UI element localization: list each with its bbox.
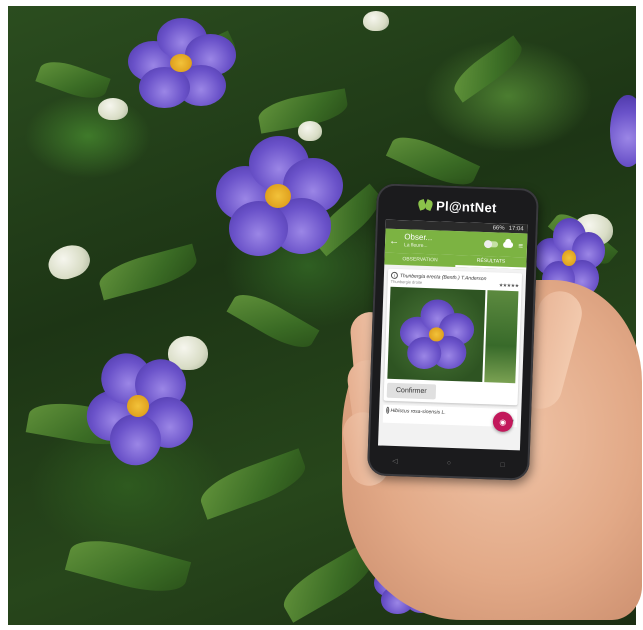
android-nav-bar: ◁ ○ □ xyxy=(367,453,529,473)
smartphone: Pl@ntNet 66% 17:04 ← Obser... La fleure.… xyxy=(366,183,540,481)
nav-home-icon[interactable]: ○ xyxy=(447,459,451,466)
back-arrow-icon[interactable]: ← xyxy=(389,235,399,246)
plantnet-logo: Pl@ntNet xyxy=(376,193,539,219)
purple-flower xyxy=(126,18,236,108)
observation-subtitle: La fleure... xyxy=(403,242,428,250)
info-icon[interactable]: i xyxy=(386,406,390,414)
app-bar-titles: Obser... La fleure... xyxy=(403,232,480,252)
flower-bud xyxy=(43,239,95,285)
tab-results[interactable]: RÉSULTATS xyxy=(455,255,527,270)
result-images xyxy=(387,286,519,384)
result-card[interactable]: i Thunbergia erecta (Benth.) T.Anderson … xyxy=(383,268,523,406)
camera-icon: ◉ xyxy=(499,417,507,427)
purple-flower xyxy=(606,86,636,176)
cloud-upload-icon[interactable] xyxy=(503,241,514,249)
result-common-name: Thunbergie droite xyxy=(390,278,423,285)
nav-recent-icon[interactable]: □ xyxy=(500,461,504,468)
purple-flower xyxy=(397,298,475,371)
flower-bud xyxy=(98,98,128,120)
nav-back-icon[interactable]: ◁ xyxy=(392,457,398,465)
confirm-button[interactable]: Confirmer xyxy=(386,382,436,400)
tab-observation[interactable]: OBSERVATION xyxy=(384,253,455,267)
camera-button[interactable]: ◉ xyxy=(492,411,514,433)
filter-icon[interactable]: ≡ xyxy=(518,241,523,250)
battery-level: 66% xyxy=(492,224,505,232)
leaf xyxy=(195,448,311,520)
result-image-main[interactable] xyxy=(387,286,485,383)
flower-bud xyxy=(363,11,389,31)
leaf xyxy=(447,35,529,103)
status-time: 17:04 xyxy=(508,225,524,232)
leaf xyxy=(95,243,201,301)
leaf xyxy=(226,285,320,357)
leaf xyxy=(64,531,192,601)
phone-screen: 66% 17:04 ← Obser... La fleure... ≡ OBSE… xyxy=(377,219,528,451)
plantnet-logo-text: Pl@ntNet xyxy=(435,197,497,215)
leaf-logo-icon xyxy=(418,200,432,210)
purple-flower xyxy=(213,136,343,256)
result-image-side[interactable] xyxy=(483,290,519,384)
share-toggle[interactable] xyxy=(484,241,499,248)
leaf xyxy=(35,54,111,106)
result-rating: ★★★★★ xyxy=(498,282,519,290)
